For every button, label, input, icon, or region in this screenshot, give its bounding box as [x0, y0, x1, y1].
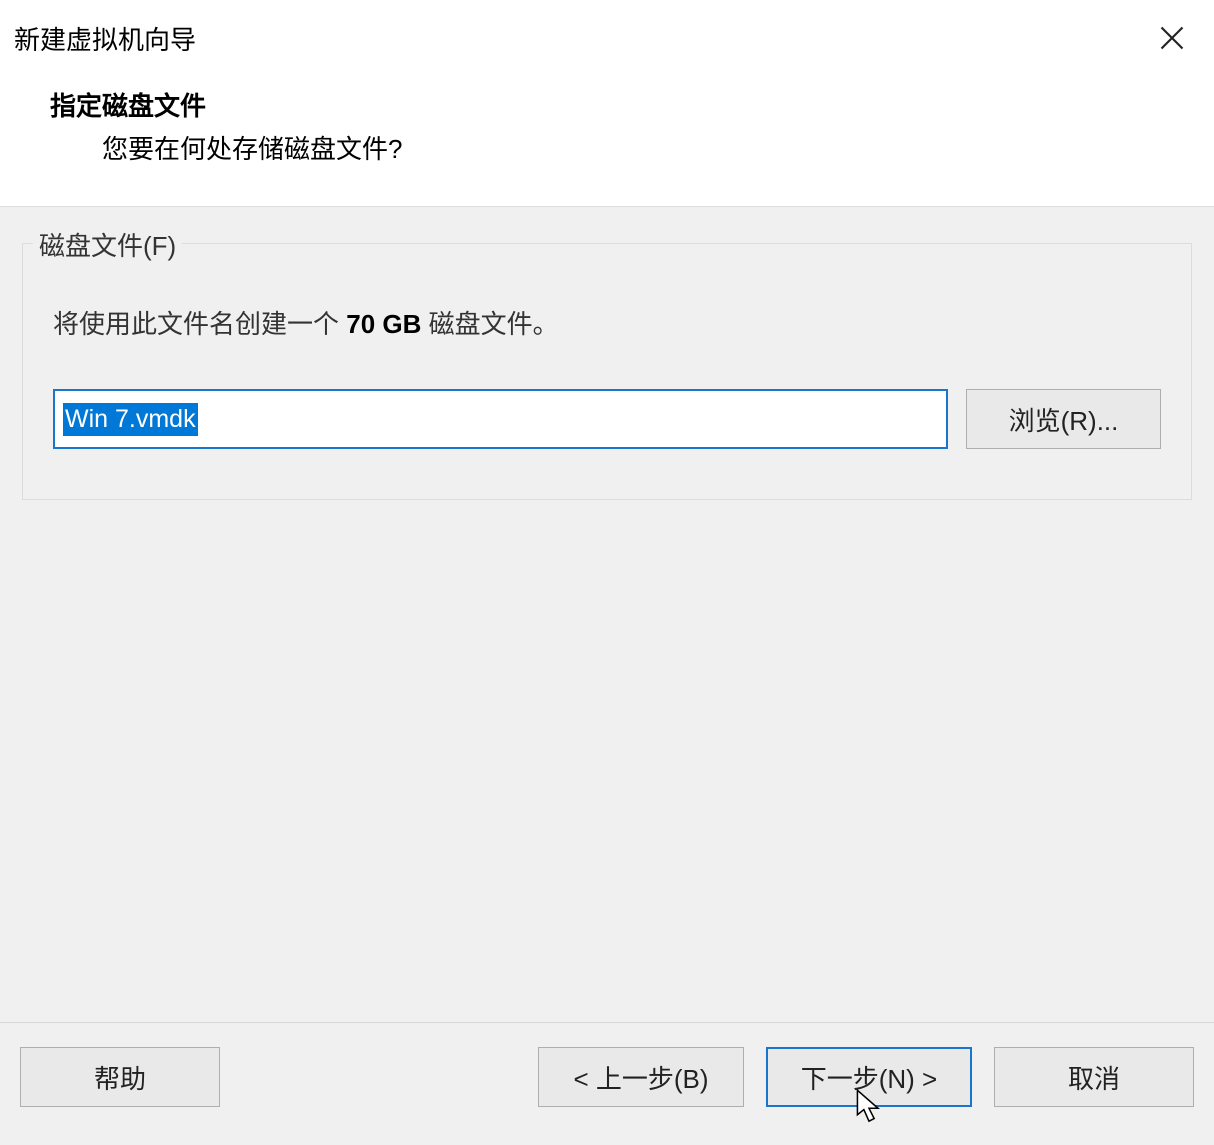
- close-icon: [1158, 24, 1186, 52]
- step-header: 指定磁盘文件 您要在何处存储磁盘文件?: [0, 76, 1214, 206]
- next-button[interactable]: 下一步(N) >: [766, 1047, 972, 1107]
- window-title: 新建虚拟机向导: [14, 20, 196, 57]
- disk-file-input[interactable]: Win 7.vmdk: [53, 389, 948, 449]
- disk-input-row: Win 7.vmdk 浏览(R)...: [53, 389, 1161, 449]
- step-question: 您要在何处存储磁盘文件?: [50, 129, 1164, 166]
- cursor-icon: [856, 1089, 882, 1132]
- disk-desc-size: 70 GB: [346, 309, 421, 339]
- fieldset-legend: 磁盘文件(F): [33, 226, 182, 263]
- disk-desc: 将使用此文件名创建一个 70 GB 磁盘文件。: [53, 304, 1161, 341]
- disk-file-input-value: Win 7.vmdk: [63, 403, 198, 436]
- next-button-label: 下一步(N) >: [801, 1064, 938, 1094]
- footer-right: < 上一步(B) 下一步(N) > 取消: [538, 1047, 1194, 1107]
- cancel-button[interactable]: 取消: [994, 1047, 1194, 1107]
- back-button[interactable]: < 上一步(B): [538, 1047, 744, 1107]
- disk-desc-prefix: 将使用此文件名创建一个: [53, 309, 346, 339]
- footer-left: 帮助: [20, 1047, 220, 1107]
- main-body: 磁盘文件(F) 将使用此文件名创建一个 70 GB 磁盘文件。 Win 7.vm…: [0, 206, 1214, 1022]
- browse-button[interactable]: 浏览(R)...: [966, 389, 1161, 449]
- footer-bar: 帮助 < 上一步(B) 下一步(N) > 取消: [0, 1022, 1214, 1145]
- step-title: 指定磁盘文件: [50, 86, 1164, 123]
- disk-desc-suffix: 磁盘文件。: [421, 309, 558, 339]
- help-button[interactable]: 帮助: [20, 1047, 220, 1107]
- title-bar: 新建虚拟机向导: [0, 0, 1214, 76]
- disk-file-fieldset: 磁盘文件(F) 将使用此文件名创建一个 70 GB 磁盘文件。 Win 7.vm…: [22, 243, 1192, 500]
- close-button[interactable]: [1152, 18, 1192, 58]
- wizard-window: 新建虚拟机向导 指定磁盘文件 您要在何处存储磁盘文件? 磁盘文件(F) 将使用此…: [0, 0, 1214, 1145]
